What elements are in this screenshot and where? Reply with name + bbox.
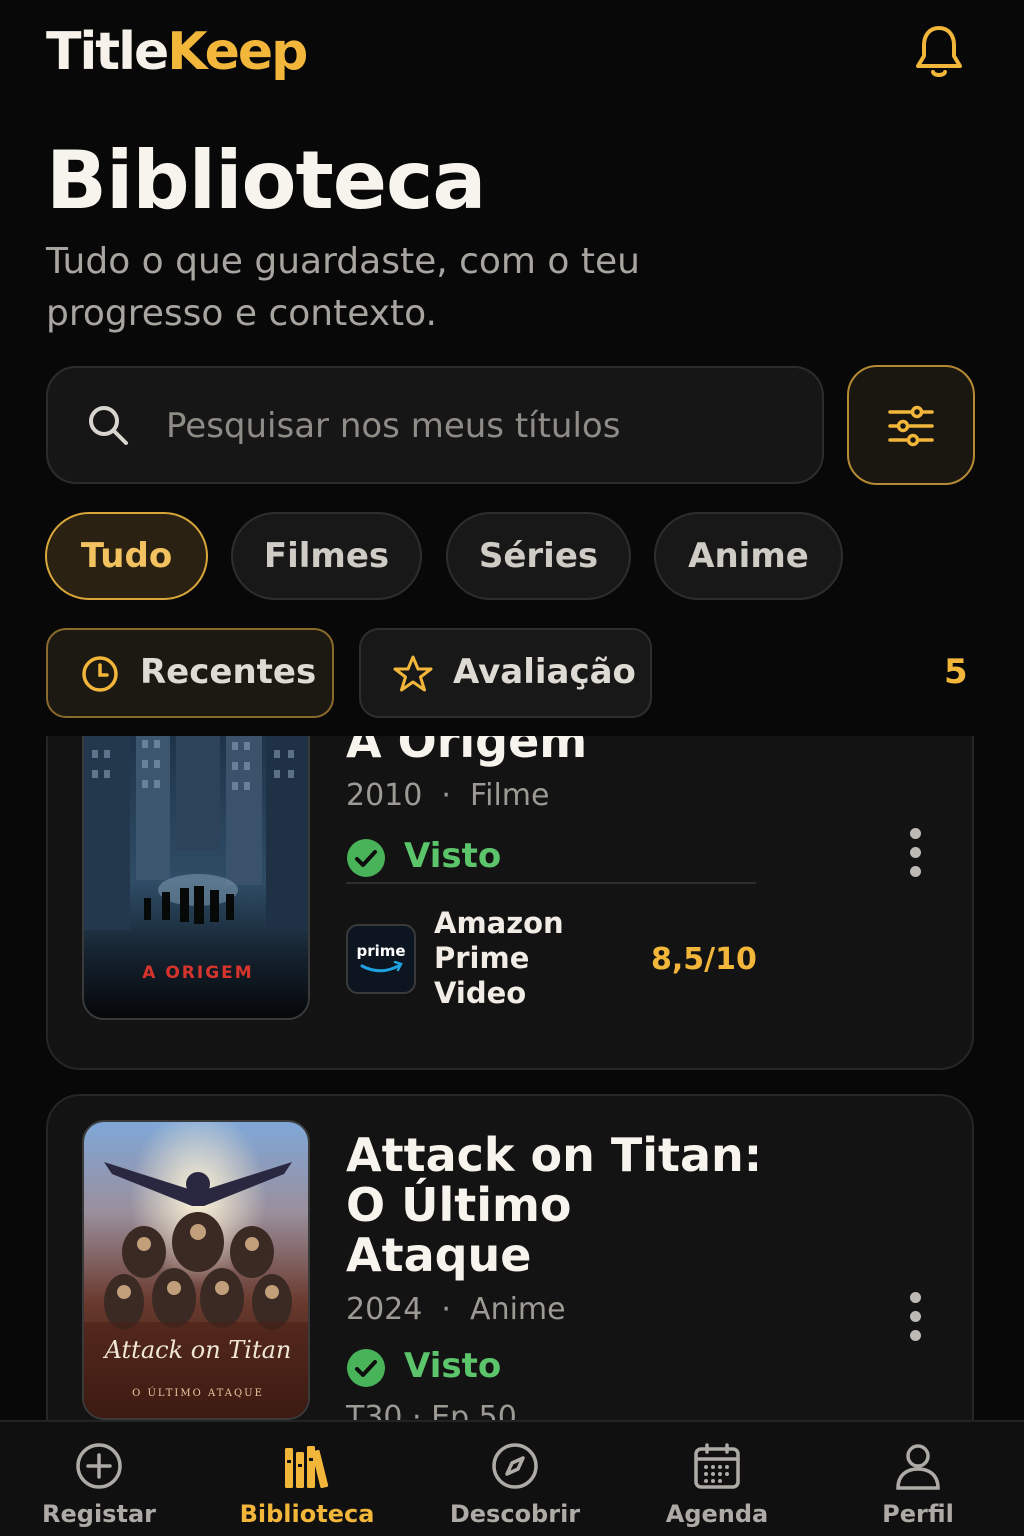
sort-rating-button[interactable]: Avaliação: [359, 628, 652, 718]
page-subtitle: Tudo o que guardaste, com o teu progress…: [46, 241, 640, 334]
poster-subtitle-text: O ÚLTIMO ATAQUE: [132, 1387, 264, 1399]
provider-logo-text: prime: [356, 942, 405, 960]
search-icon: [89, 406, 128, 445]
nav-biblioteca[interactable]: Biblioteca: [217, 1422, 397, 1536]
nav-agenda[interactable]: Agenda: [627, 1422, 807, 1536]
result-count: 5: [944, 652, 968, 692]
plus-circle-icon: [76, 1443, 122, 1489]
chip-anime[interactable]: Anime: [654, 512, 843, 600]
app-header: TitleKeep: [0, 0, 1024, 110]
sort-recent-label: Recentes: [140, 652, 317, 692]
more-options-button[interactable]: [900, 1292, 930, 1342]
library-card[interactable]: Attack on Titan O ÚLTIMO ATAQUE Attack o…: [46, 1094, 974, 1420]
rating-value: 8,5/10: [651, 942, 757, 977]
nav-perfil[interactable]: Perfil: [828, 1422, 1008, 1536]
poster-art: Attack on Titan O ÚLTIMO ATAQUE: [84, 1122, 308, 1418]
sliders-icon: [888, 405, 934, 447]
poster-art: A ORIGEM: [84, 736, 308, 1018]
filter-button[interactable]: [847, 365, 975, 485]
nav-descobrir[interactable]: Descobrir: [425, 1422, 605, 1536]
sort-recent-button[interactable]: Recentes: [46, 628, 334, 718]
sort-rating-label: Avaliação: [453, 652, 636, 692]
clock-icon: [82, 656, 118, 692]
chip-series[interactable]: Séries: [446, 512, 631, 600]
bell-icon[interactable]: [912, 22, 966, 80]
provider-name: Amazon Prime Video: [434, 906, 564, 1010]
chip-tudo[interactable]: Tudo: [45, 512, 208, 600]
chip-filmes[interactable]: Filmes: [231, 512, 422, 600]
card-title[interactable]: Attack on Titan: O Último Ataque: [346, 1130, 766, 1280]
more-options-button[interactable]: [900, 828, 930, 878]
poster-title-text: A ORIGEM: [142, 963, 253, 983]
episode-progress: T30 · Ep 50: [346, 1400, 517, 1420]
poster-image: A ORIGEM: [82, 736, 310, 1020]
card-divider: [346, 882, 756, 884]
card-title[interactable]: A Origem: [346, 736, 766, 766]
library-icon: [285, 1446, 329, 1489]
user-icon: [896, 1444, 940, 1490]
check-circle-icon: [347, 839, 385, 877]
library-card[interactable]: A ORIGEM A Origem 2010 · Filme Visto pri…: [46, 736, 974, 1070]
nav-registar[interactable]: Registar: [9, 1422, 189, 1536]
poster-title-text: Attack on Titan: [103, 1336, 292, 1364]
search-input[interactable]: [166, 398, 786, 454]
calendar-icon: [694, 1443, 740, 1489]
compass-icon: [492, 1443, 538, 1489]
card-meta: 2010 · Filme: [346, 778, 550, 813]
app-logo: TitleKeep: [46, 22, 308, 82]
poster-image: Attack on Titan O ÚLTIMO ATAQUE: [82, 1120, 310, 1420]
page-title: Biblioteca: [46, 134, 486, 227]
bottom-nav: Registar Biblioteca Descobrir Agenda Per…: [0, 1420, 1024, 1536]
check-circle-icon: [347, 1349, 385, 1387]
prime-video-logo: prime: [346, 924, 416, 994]
card-meta: 2024 · Anime: [346, 1292, 566, 1327]
library-list[interactable]: A ORIGEM A Origem 2010 · Filme Visto pri…: [0, 736, 1024, 1420]
star-icon: [393, 655, 433, 692]
